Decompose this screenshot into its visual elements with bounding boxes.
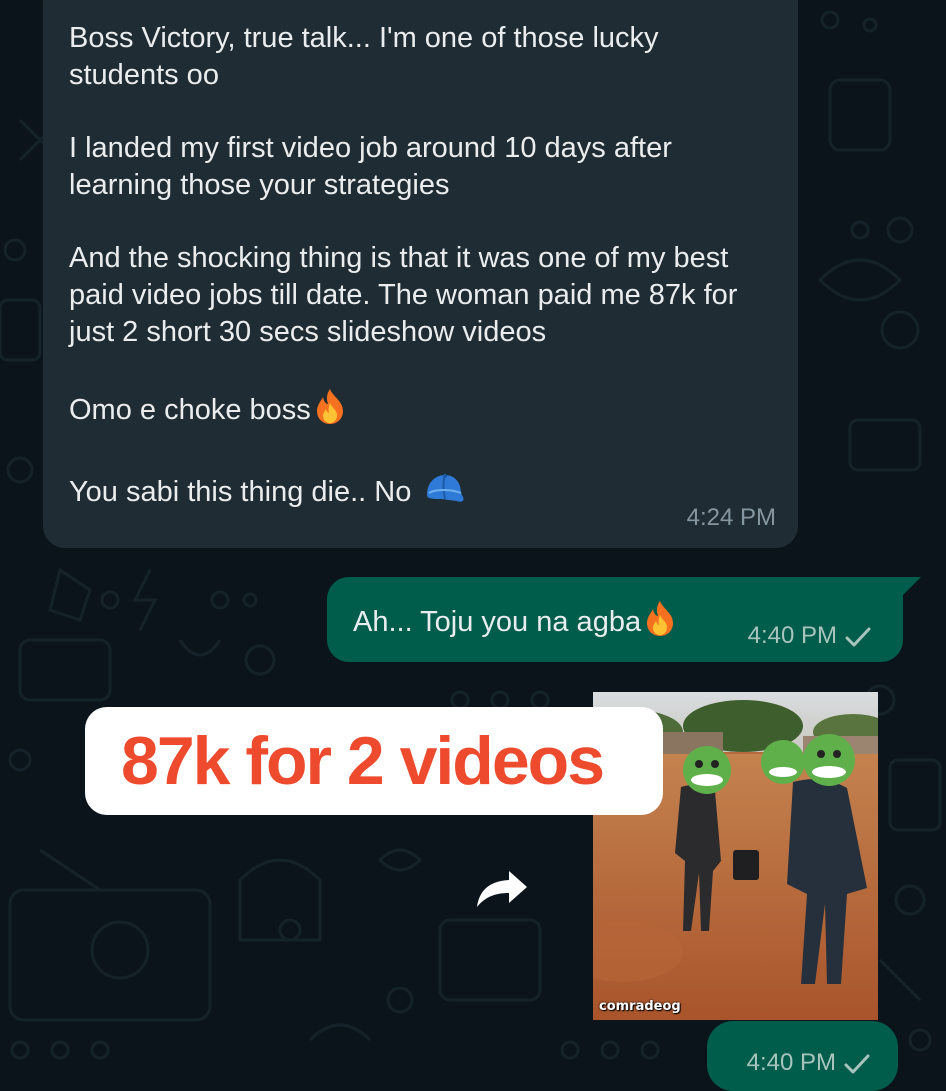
message-timestamp: 4:40 PM (747, 622, 837, 649)
outgoing-message-bubble[interactable]: Ah... Toju you na agba 4:40 PM (327, 577, 921, 662)
message-timestamp: 4:40 PM (746, 1049, 836, 1076)
sent-check-icon (844, 1053, 870, 1074)
message-paragraph: And the shocking thing is that it was on… (69, 242, 746, 348)
forward-arrow-icon[interactable] (473, 865, 531, 911)
blue-cap-emoji-icon (421, 471, 467, 517)
message-meta: 4:40 PM (747, 622, 871, 650)
message-text: Omo e choke boss (69, 394, 311, 426)
message-paragraph-with-emoji: Omo e choke boss (69, 387, 768, 435)
message-text-with-emoji: Ah... Toju you na agba (353, 599, 677, 645)
incoming-message-bubble[interactable]: Boss Victory, true talk... I'm one of th… (43, 0, 798, 548)
message-paragraph-with-emoji: You sabi this thing die.. No (69, 471, 768, 517)
fire-emoji-icon (313, 387, 347, 435)
message-timestamp: 4:24 PM (686, 504, 776, 531)
message-text: Ah... Toju you na agba (353, 606, 642, 638)
video-watermark: comradeog (599, 999, 681, 1014)
bubble-tail (901, 577, 921, 597)
media-message-meta-bubble: 4:40 PM (707, 1021, 898, 1091)
caption-overlay: 87k for 2 videos (85, 707, 663, 815)
caption-text: 87k for 2 videos (121, 723, 605, 799)
message-meta: 4:40 PM (746, 1049, 870, 1077)
sent-check-icon (845, 626, 871, 647)
fire-emoji-icon (643, 599, 677, 645)
message-text: You sabi this thing die.. No (69, 476, 412, 508)
message-paragraph: Boss Victory, true talk... I'm one of th… (69, 22, 667, 91)
message-paragraph: I landed my first video job around 10 da… (69, 132, 680, 201)
